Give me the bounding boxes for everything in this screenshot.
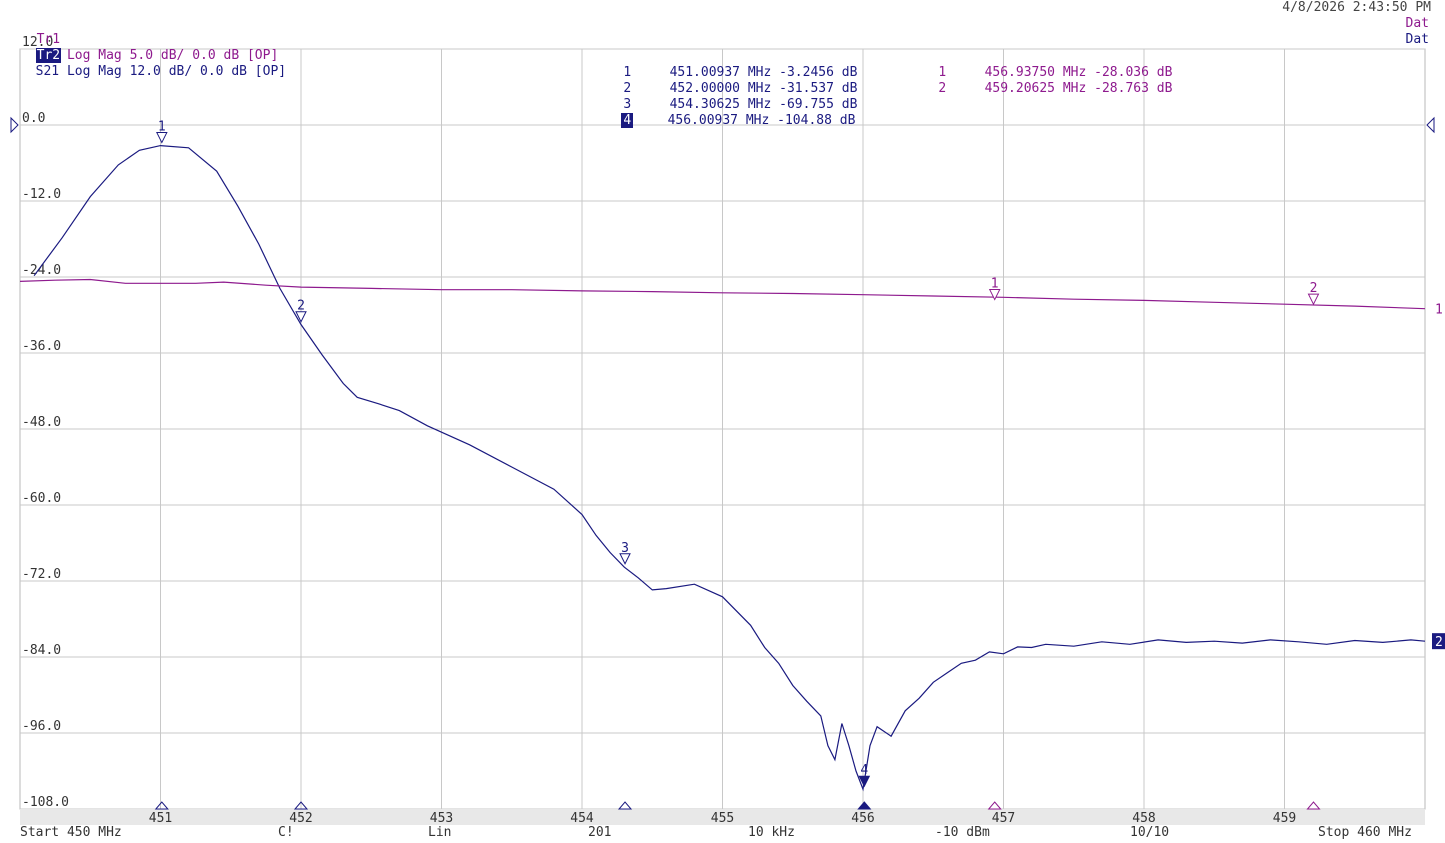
- x-tick-label: 454: [570, 811, 594, 826]
- y-tick-label: -108.0: [22, 795, 69, 810]
- ref-level-right-arrow: [1426, 116, 1435, 134]
- y-tick-label: -36.0: [22, 339, 61, 354]
- trace-end-label-1: 1: [1435, 303, 1443, 318]
- y-tick-label: -84.0: [22, 643, 61, 658]
- sweep-type[interactable]: Lin: [428, 825, 451, 840]
- timestamp: 4/8/2026 2:43:50 PM: [1282, 0, 1431, 15]
- stop-frequency[interactable]: Stop 460 MHz: [1318, 825, 1412, 840]
- y-tick-label: -48.0: [22, 415, 61, 430]
- y-tick-label: -60.0: [22, 491, 61, 506]
- if-bandwidth[interactable]: 10 kHz: [748, 825, 795, 840]
- marker-freq: 459.20625 MHz: [984, 81, 1087, 96]
- x-tick-label: 455: [711, 811, 734, 826]
- y-tick-label: 0.0: [22, 111, 45, 126]
- y-tick-labels: 12.00.0-12.0-24.0-36.0-48.0-60.0-72.0-84…: [22, 35, 69, 810]
- x-tick-label: 456: [851, 811, 874, 826]
- y-tick-label: -72.0: [22, 567, 61, 582]
- x-tick-label: 453: [430, 811, 453, 826]
- trace2-dat-indicator: Dat: [1405, 32, 1429, 47]
- marker-label-3: 3: [621, 541, 629, 556]
- ref-level-left-arrow: [10, 116, 19, 134]
- trace2-header[interactable]: Tr2 S21 Log Mag 12.0 dB/ 0.0 dB [OP]: [20, 32, 286, 80]
- averaging-count[interactable]: 10/10: [1130, 825, 1169, 840]
- x-tick-label: 458: [1132, 811, 1155, 826]
- x-tick-labels: 451 452 453 454 455 456 457 458 459: [20, 809, 1425, 826]
- marker-axis-indicator-1: [987, 801, 1002, 810]
- calibration-status[interactable]: C!: [278, 825, 294, 840]
- trace2-label[interactable]: Tr2: [35, 48, 62, 63]
- marker-num: 2: [938, 81, 947, 96]
- marker-label-4: 4: [860, 763, 868, 778]
- marker-axis-indicator-1: [154, 801, 169, 810]
- marker-label-1: 1: [158, 120, 166, 135]
- sweep-points[interactable]: 201: [588, 825, 611, 840]
- marker-axis-indicator-3: [617, 801, 633, 810]
- edge-indicators: 21: [10, 116, 1445, 650]
- y-tick-label: -96.0: [22, 719, 61, 734]
- trace1-dat-indicator: Dat: [1405, 16, 1429, 31]
- marker-value: -104.88 dB: [777, 113, 856, 128]
- trace2-settings: S21 Log Mag 12.0 dB/ 0.0 dB [OP]: [35, 64, 287, 79]
- x-tick-label: 451: [149, 811, 172, 826]
- trace-s21-line: [33, 144, 1426, 792]
- marker-freq: 456.00937 MHz: [667, 113, 770, 128]
- trace-markers: 1 2 3 4 1 2: [154, 120, 1321, 810]
- trace-end-label-2: 2: [1435, 635, 1443, 650]
- marker-label-2: 2: [297, 299, 305, 314]
- marker-axis-indicator-2: [1306, 801, 1321, 810]
- x-tick-label: 459: [1273, 811, 1296, 826]
- marker-label-2: 2: [1310, 281, 1318, 296]
- chart-grid: [19, 48, 1426, 810]
- x-tick-label: 452: [289, 811, 312, 826]
- marker-axis-indicator-4: [857, 801, 872, 810]
- marker-value: -28.763 dB: [1094, 81, 1173, 96]
- start-frequency[interactable]: Start 450 MHz: [20, 825, 122, 840]
- marker-row-active: 4 456.00937 MHz -104.88 dB: [590, 97, 855, 145]
- marker-num: 4: [621, 113, 634, 128]
- x-tick-label: 457: [992, 811, 1015, 826]
- marker-label-1: 1: [991, 277, 999, 292]
- source-power[interactable]: -10 dBm: [935, 825, 990, 840]
- y-tick-label: -12.0: [22, 187, 61, 202]
- marker-row: 2 459.20625 MHz -28.763 dB: [905, 65, 1172, 113]
